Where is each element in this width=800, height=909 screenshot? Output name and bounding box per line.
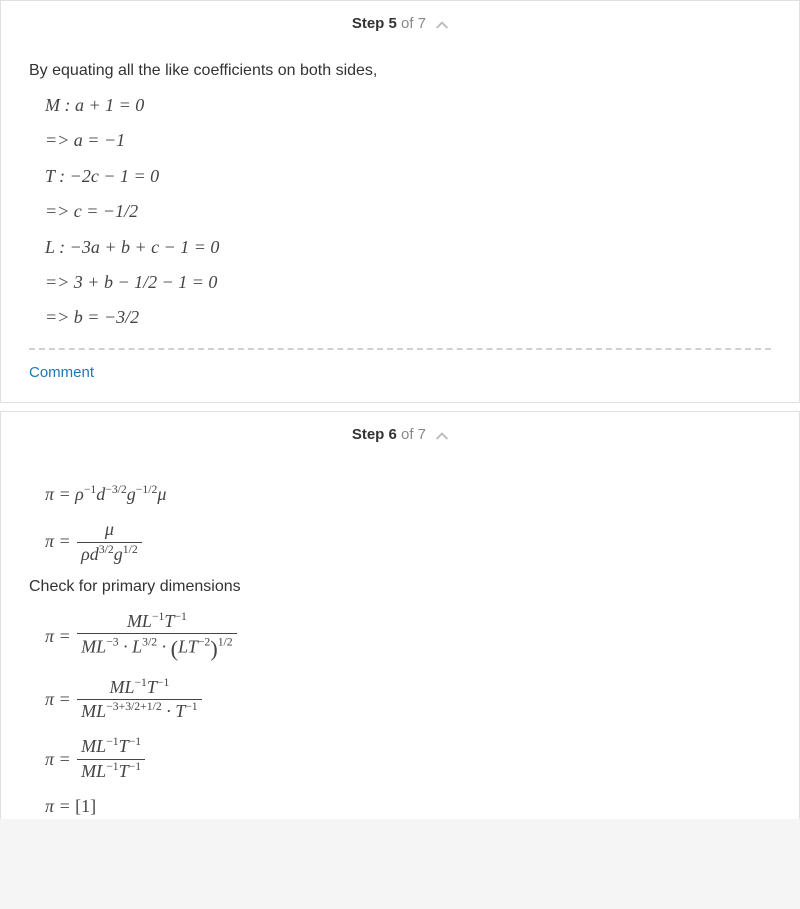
step-5-label-bold: Step 5 <box>352 15 397 32</box>
step-5-card: Step 5 of 7 By equating all the like coe… <box>0 0 800 403</box>
step-5-body: By equating all the like coefficients on… <box>1 42 799 330</box>
eq-b2: => b = −3/2 <box>45 306 771 329</box>
step-6-label-rest: of 7 <box>397 426 426 443</box>
check-label: Check for primary dimensions <box>29 578 771 596</box>
step-5-intro: By equating all the like coefficients on… <box>29 62 771 80</box>
eq-c: => c = −1/2 <box>45 200 771 223</box>
comment-link[interactable]: Comment <box>29 364 94 381</box>
eq-pi-frac-mu: π = μ ρd3/2g1/2 <box>45 518 771 566</box>
step-5-header[interactable]: Step 5 of 7 <box>1 1 799 42</box>
chevron-up-icon <box>436 17 448 31</box>
eq-t: T : −2c − 1 = 0 <box>45 165 771 188</box>
step-6-label-bold: Step 6 <box>352 426 397 443</box>
step-6-header[interactable]: Step 6 of 7 <box>1 412 799 453</box>
step-6-body: π = ρ−1d−3/2g−1/2μ π = μ ρd3/2g1/2 Check… <box>1 453 799 819</box>
step-6-card: Step 6 of 7 π = ρ−1d−3/2g−1/2μ π = μ ρd3… <box>0 411 800 819</box>
eq-l: L : −3a + b + c − 1 = 0 <box>45 236 771 259</box>
eq-pi-dim-1: π = ML−1T−1 ML−3 · L3/2 · (LT−2)1/2 <box>45 610 771 664</box>
eq-m: M : a + 1 = 0 <box>45 94 771 117</box>
step-5-label-rest: of 7 <box>397 15 426 32</box>
comment-row: Comment <box>1 350 799 402</box>
chevron-up-icon <box>436 428 448 442</box>
eq-pi-dim-3: π = ML−1T−1 ML−1T−1 <box>45 735 771 783</box>
eq-pi-result: π = [1] <box>45 795 771 818</box>
eq-pi-dim-2: π = ML−1T−1 ML−3+3/2+1/2 · T−1 <box>45 676 771 724</box>
eq-a: => a = −1 <box>45 129 771 152</box>
eq-pi-product: π = ρ−1d−3/2g−1/2μ <box>45 483 771 506</box>
eq-b1: => 3 + b − 1/2 − 1 = 0 <box>45 271 771 294</box>
